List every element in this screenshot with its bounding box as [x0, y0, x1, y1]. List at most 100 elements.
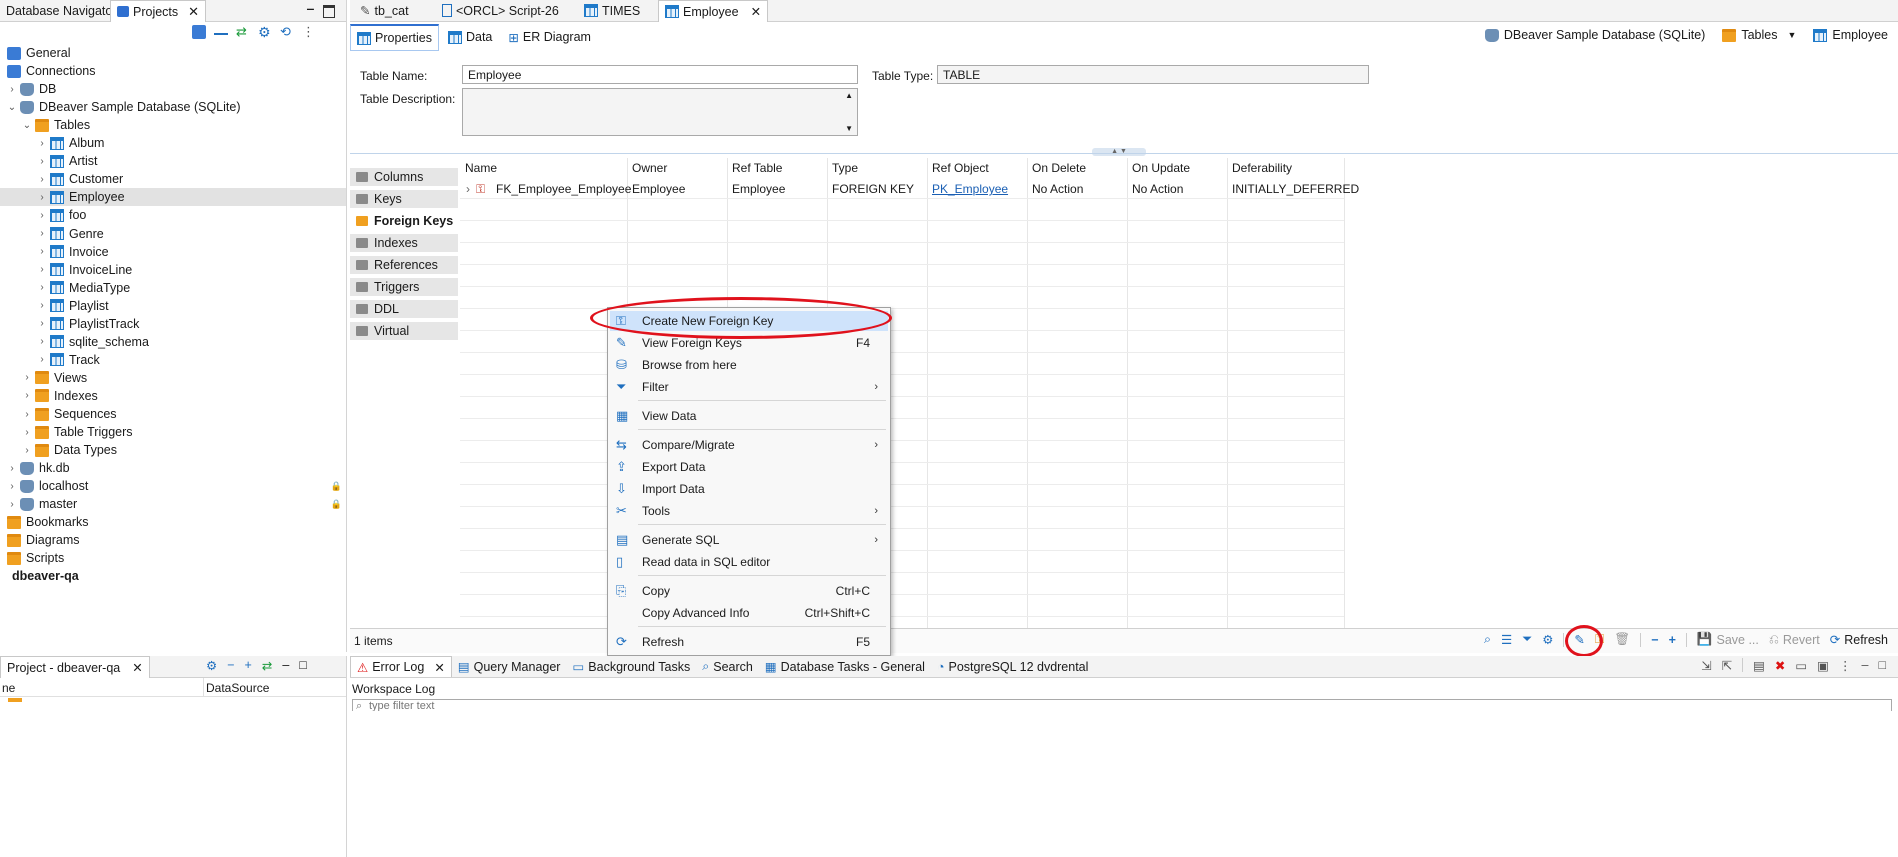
chevron-right-icon[interactable]	[0, 553, 4, 563]
tab-times[interactable]: TIMES	[578, 0, 646, 21]
column-header-name[interactable]: ne	[2, 681, 15, 695]
chevron-down-icon[interactable]: ▼	[1787, 30, 1796, 40]
restore-log-icon[interactable]: ▣	[1817, 658, 1829, 673]
tab-employee[interactable]: Employee ✕	[658, 0, 769, 22]
chevron-right-icon[interactable]: ›	[7, 463, 17, 474]
export-log-icon[interactable]: ⇲	[1701, 658, 1711, 673]
section-tab-indexes[interactable]: Indexes	[350, 234, 458, 254]
tab-tb-cat[interactable]: ✎ tb_cat	[354, 0, 415, 21]
collapse-icon[interactable]: −	[1651, 633, 1658, 647]
tree-item[interactable]: › Customer	[0, 170, 346, 188]
chevron-right-icon[interactable]: ›	[37, 138, 47, 149]
collapse-icon[interactable]: −	[227, 658, 234, 673]
chevron-right-icon[interactable]	[0, 48, 4, 58]
ref-object-link[interactable]: PK_Employee	[932, 182, 1008, 196]
tree-item[interactable]: › Track	[0, 351, 346, 369]
create-fk-icon[interactable]: ⚿	[1595, 632, 1605, 647]
columns-icon[interactable]: ☰	[1501, 632, 1512, 647]
splitter-handle[interactable]: ▲ ▼	[1092, 148, 1146, 156]
chevron-right-icon[interactable]: ›	[22, 445, 32, 456]
chevron-right-icon[interactable]: ›	[22, 409, 32, 420]
section-tab-columns[interactable]: Columns	[350, 168, 458, 188]
chevron-right-icon[interactable]: ›	[466, 182, 470, 196]
menu-item-import-data[interactable]: ⇩ Import Data	[610, 479, 888, 499]
expand-icon[interactable]: +	[1669, 633, 1676, 647]
tab-orcl-script[interactable]: <ORCL> Script-26	[436, 0, 565, 21]
edit-pencil-icon[interactable]: ✎	[1574, 632, 1584, 647]
expand-icon[interactable]: +	[245, 658, 252, 673]
delete-log-icon[interactable]: ✖	[1775, 658, 1785, 673]
chevron-right-icon[interactable]	[0, 535, 4, 545]
maximize-icon[interactable]: □	[299, 658, 307, 673]
tree-item[interactable]: › DB	[0, 80, 346, 98]
gear-icon[interactable]: ⚙	[206, 658, 217, 673]
menu-item-refresh[interactable]: ⟳ Refresh F5	[610, 632, 888, 652]
maximize-icon[interactable]: □	[1878, 658, 1886, 673]
tree-item[interactable]: › PlaylistTrack	[0, 315, 346, 333]
column-header[interactable]: Ref Object	[932, 161, 989, 175]
tree-item[interactable]: › sqlite_schema	[0, 333, 346, 351]
new-connection-icon[interactable]	[192, 25, 206, 39]
tab-data[interactable]: Data	[441, 24, 499, 50]
breadcrumb-folder[interactable]: Tables ▼	[1719, 28, 1796, 42]
menu-item-read-data-in-sql-editor[interactable]: ▯ Read data in SQL editor	[610, 552, 888, 572]
menu-item-copy-advanced-info[interactable]: Copy Advanced Info Ctrl+Shift+C	[610, 603, 888, 623]
tree-item[interactable]: Diagrams	[0, 531, 346, 549]
breadcrumb-table[interactable]: Employee	[1810, 28, 1888, 42]
tab-background-tasks[interactable]: ▭ Background Tasks	[566, 656, 696, 677]
close-icon[interactable]: ✕	[434, 660, 444, 675]
tab-project[interactable]: Project - dbeaver-qa ✕	[0, 656, 150, 678]
tree-item[interactable]: › Album	[0, 134, 346, 152]
chevron-right-icon[interactable]	[0, 517, 4, 527]
chevron-right-icon[interactable]: ›	[7, 481, 17, 492]
refresh-button[interactable]: ⟳ Refresh	[1830, 632, 1888, 648]
section-tab-virtual[interactable]: Virtual	[350, 322, 458, 342]
menu-item-view-data[interactable]: ▦ View Data	[610, 406, 888, 426]
chevron-right-icon[interactable]: ›	[37, 174, 47, 185]
close-icon[interactable]: ✕	[188, 4, 199, 20]
chevron-right-icon[interactable]: ›	[7, 499, 17, 510]
menu-item-filter[interactable]: ⏷ Filter ›	[610, 377, 888, 397]
link-editor-icon[interactable]: ⇄	[262, 658, 272, 673]
link-editor-icon[interactable]: ⇄	[236, 25, 250, 39]
tree-item[interactable]: › master 🔒	[0, 495, 346, 513]
tree-item[interactable]: › Data Types	[0, 441, 346, 459]
menu-item-export-data[interactable]: ⇪ Export Data	[610, 457, 888, 477]
chevron-right-icon[interactable]: ›	[7, 84, 17, 95]
tree-item[interactable]: › Sequences	[0, 405, 346, 423]
menu-item-create-new-foreign-key[interactable]: ⚿ Create New Foreign Key	[610, 311, 888, 331]
minimize-icon[interactable]: ‒	[282, 658, 289, 673]
chevron-right-icon[interactable]: ›	[37, 192, 47, 203]
tree-item[interactable]: dbeaver-qa	[0, 567, 346, 585]
tab-postgresql-12-dvdrental[interactable]: ◔ PostgreSQL 12 dvdrental	[931, 656, 1094, 677]
chevron-right-icon[interactable]: ›	[37, 264, 47, 275]
delete-icon[interactable]: 🗑	[1614, 632, 1630, 647]
tree-item[interactable]: › MediaType	[0, 279, 346, 297]
tab-er-diagram[interactable]: ⊞ ER Diagram	[501, 24, 598, 50]
chevron-right-icon[interactable]: ›	[22, 372, 32, 383]
chevron-right-icon[interactable]	[0, 66, 4, 76]
chevron-down-icon[interactable]: ⌄	[7, 102, 17, 113]
tree-item[interactable]: › Invoice	[0, 243, 346, 261]
maximize-icon[interactable]	[323, 5, 335, 18]
close-icon[interactable]: ✕	[132, 660, 142, 675]
section-tab-ddl[interactable]: DDL	[350, 300, 458, 320]
chevron-right-icon[interactable]: ›	[37, 354, 47, 365]
tree-item[interactable]: General	[0, 44, 346, 62]
import-log-icon[interactable]: ⇱	[1722, 658, 1732, 673]
column-header[interactable]: Owner	[632, 161, 667, 175]
sync-icon[interactable]: ⟲	[280, 25, 294, 39]
tab-projects[interactable]: Projects ✕	[110, 0, 207, 22]
close-icon[interactable]: ✕	[751, 4, 761, 19]
tree-item[interactable]: › Playlist	[0, 297, 346, 315]
save-button[interactable]: 💾 Save ...	[1697, 632, 1759, 647]
collapse-all-icon[interactable]	[214, 33, 228, 37]
column-header-datasource[interactable]: DataSource	[206, 681, 269, 695]
column-header[interactable]: On Delete	[1032, 161, 1086, 175]
chevron-right-icon[interactable]: ›	[37, 336, 47, 347]
tree-item[interactable]: › Indexes	[0, 387, 346, 405]
tree-item[interactable]: ⌄ Tables	[0, 116, 346, 134]
chevron-right-icon[interactable]: ›	[37, 318, 47, 329]
scroll-down-icon[interactable]: ▼	[845, 124, 853, 133]
menu-item-browse-from-here[interactable]: ⛁ Browse from here	[610, 355, 888, 375]
